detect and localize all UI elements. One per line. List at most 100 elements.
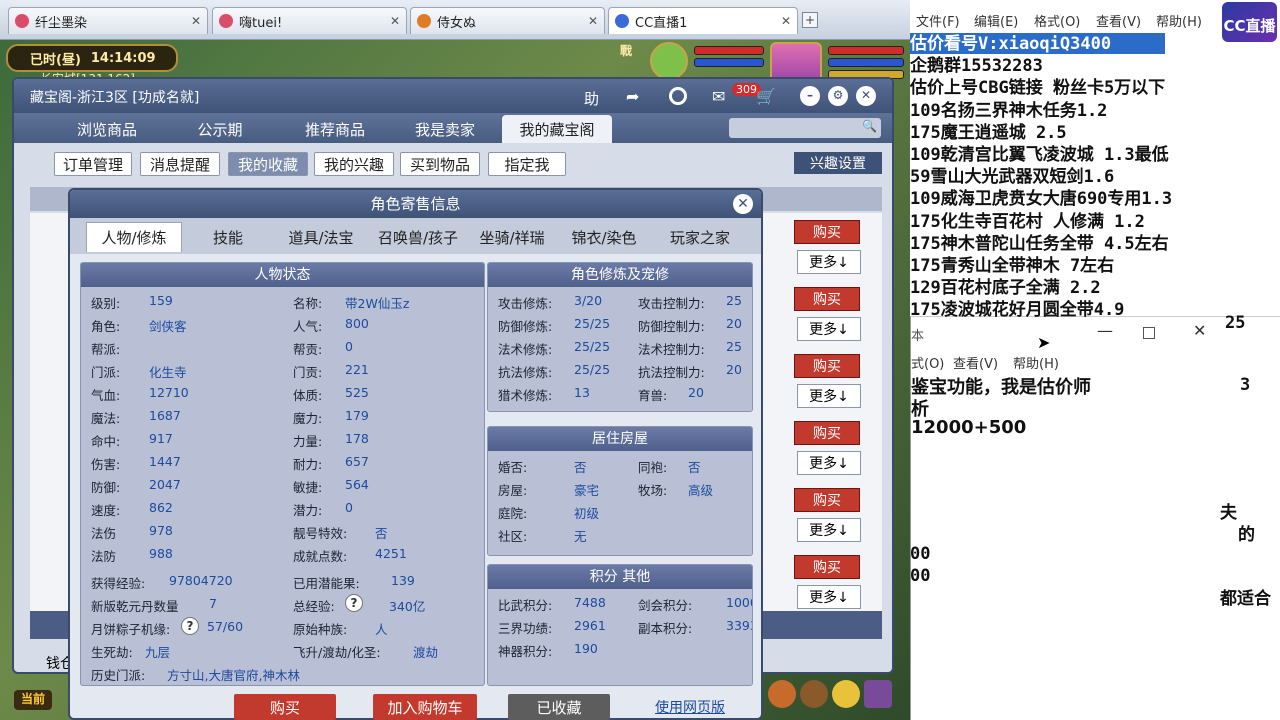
game-toolbar [768,680,908,716]
np-menu-help[interactable]: 帮助(H) [1013,353,1059,372]
close-tab-icon[interactable]: ✕ [781,14,791,28]
pet-avatar[interactable] [650,42,688,80]
more-button[interactable]: 更多↓ [797,384,861,408]
tab-favicon-icon [417,14,431,28]
cart-icon[interactable]: 🛒 [756,87,776,106]
tab-items[interactable]: 道具/法宝 [276,222,366,252]
tab-label: 嗨tuei! [239,15,283,31]
order-manage-button[interactable]: 订单管理 [54,152,132,176]
nav-recommend[interactable]: 推荐商品 [282,115,388,143]
designate-me-button[interactable]: 指定我 [488,152,566,176]
status-row: 防御: 2047 [91,477,181,495]
note-line: 129百花村底子全满 2.2 [910,278,1101,299]
add-to-cart-button[interactable]: 加入购物车 [373,694,477,720]
tab-pets[interactable]: 召唤兽/孩子 [370,222,466,252]
tab-mounts[interactable]: 坐骑/祥瑞 [470,222,554,252]
close-tab-icon[interactable]: ✕ [390,14,400,28]
more-button[interactable]: 更多↓ [797,585,861,609]
nav-seller[interactable]: 我是卖家 [394,115,496,143]
search-icon[interactable]: 🔍 [862,119,877,133]
note-line: 175神木普陀山任务全带 4.5左右 [910,233,1169,254]
more-button[interactable]: 更多↓ [797,250,861,274]
house-panel: 居住房屋 婚否: 否 同袍: 否房屋: 豪宅 牧场: 高级 庭院: 初级 社区: 无 [487,426,753,556]
minimize-icon[interactable]: – [800,86,820,106]
menu-format[interactable]: 格式(O) [1034,11,1080,30]
cookie-icon[interactable] [800,680,828,708]
status-row: 角色: 剑侠客 [91,319,187,334]
menu-edit[interactable]: 编辑(E) [974,11,1018,30]
status-row: 门派: 化生寺 [91,365,187,380]
house-row: 牧场: 高级 [638,483,714,498]
tab-label: 侍女ぬ [437,15,477,31]
current-channel-button[interactable]: 当前 [14,690,52,710]
smile-icon[interactable] [832,680,860,708]
menu-view[interactable]: 查看(V) [1096,11,1141,30]
buy-button[interactable]: 购买 [794,220,860,244]
buy-button[interactable]: 购买 [794,555,860,579]
np-close-icon[interactable]: ✕ [1193,321,1206,340]
favorited-button[interactable]: 已收藏 [508,694,610,720]
tab-character[interactable]: 人物/修炼 [86,222,182,252]
chat-icon[interactable]: ✉ [712,87,725,106]
bought-items-button[interactable]: 买到物品 [400,152,480,176]
buy-button[interactable]: 购买 [794,287,860,311]
status-row: 帮贡: 0 [293,339,353,357]
close-tab-icon[interactable]: ✕ [588,14,598,28]
menu-help[interactable]: 帮助(H) [1156,11,1202,30]
new-tab-button[interactable]: + [802,12,818,28]
browser-tab[interactable]: 侍女ぬ ✕ [410,7,605,34]
settings-icon[interactable]: ⚙ [828,86,848,106]
tab-label: 纤尘墨染 [35,15,88,31]
buy-button[interactable]: 购买 [794,354,860,378]
more-button[interactable]: 更多↓ [797,317,861,341]
help-icon[interactable]: ? [181,617,199,635]
buy-button[interactable]: 购买 [794,488,860,512]
np-maximize-icon[interactable] [1143,327,1155,339]
close-icon[interactable]: ✕ [856,86,876,106]
status-row: 帮派: [91,342,121,357]
nav-public[interactable]: 公示期 [174,115,266,143]
my-interest-button[interactable]: 我的兴趣 [314,152,394,176]
notes-panel: 文件(F) 编辑(E) 格式(O) 查看(V) 帮助(H) 估价看号V:xiao… [910,0,1280,720]
nav-browse[interactable]: 浏览商品 [54,115,160,143]
modal-buy-button[interactable]: 购买 [234,694,336,720]
bg-fragment: 3 [1240,375,1251,395]
modal-close-icon[interactable]: ✕ [733,194,753,214]
interest-settings-button[interactable]: 兴趣设置 [794,152,882,174]
np-menu-format[interactable]: 式(O) [911,353,944,372]
buy-button[interactable]: 购买 [794,421,860,445]
browser-tab[interactable]: 嗨tuei! ✕ [212,7,407,34]
cult-row: 攻击修炼: 3/20 [498,293,603,311]
more-button[interactable]: 更多↓ [797,451,861,475]
message-remind-button[interactable]: 消息提醒 [140,152,220,176]
my-favorites-button[interactable]: 我的收藏 [228,152,308,176]
web-version-link[interactable]: 使用网页版 [655,697,725,717]
help-button[interactable]: 助 [584,88,599,109]
note-line: 109乾清宫比翼飞凌波城 1.3最低 [910,145,1169,165]
time-display: 已时(昼) 14:14:09 [6,44,178,72]
tab-costume[interactable]: 锦衣/染色 [558,222,650,252]
search-input[interactable]: 🔍 [729,118,881,138]
bag-icon[interactable] [768,680,796,708]
browser-tab[interactable]: 纤尘墨染 ✕ [8,7,208,34]
status-row: 法防 988 [91,546,173,564]
tab-home[interactable]: 玩家之家 [654,222,746,252]
menu-file[interactable]: 文件(F) [916,11,960,30]
more-button[interactable]: 更多↓ [797,518,861,542]
record-icon[interactable] [669,87,687,105]
history-row: 历史门派: 方寸山,大唐官府,神木林 [91,668,300,683]
help-icon[interactable]: ? [345,594,363,612]
system-icon[interactable] [864,680,892,708]
cult-row: 攻击控制力: 25 [638,293,742,311]
status-row: 气血: 12710 [91,385,189,403]
browser-tab-active[interactable]: CC直播1 ✕ [608,7,798,34]
pet-mp-bar [694,58,764,67]
share-icon[interactable]: ➦ [626,87,639,106]
np-minimize-icon[interactable]: — [1097,321,1113,340]
status-row: 速度: 862 [91,500,173,518]
close-tab-icon[interactable]: ✕ [191,14,201,28]
nav-my-cbg[interactable]: 我的藏宝阁 [502,115,612,143]
score-header: 积分 其他 [488,565,752,589]
tab-skills[interactable]: 技能 [186,222,270,252]
np-menu-view[interactable]: 查看(V) [953,353,998,372]
